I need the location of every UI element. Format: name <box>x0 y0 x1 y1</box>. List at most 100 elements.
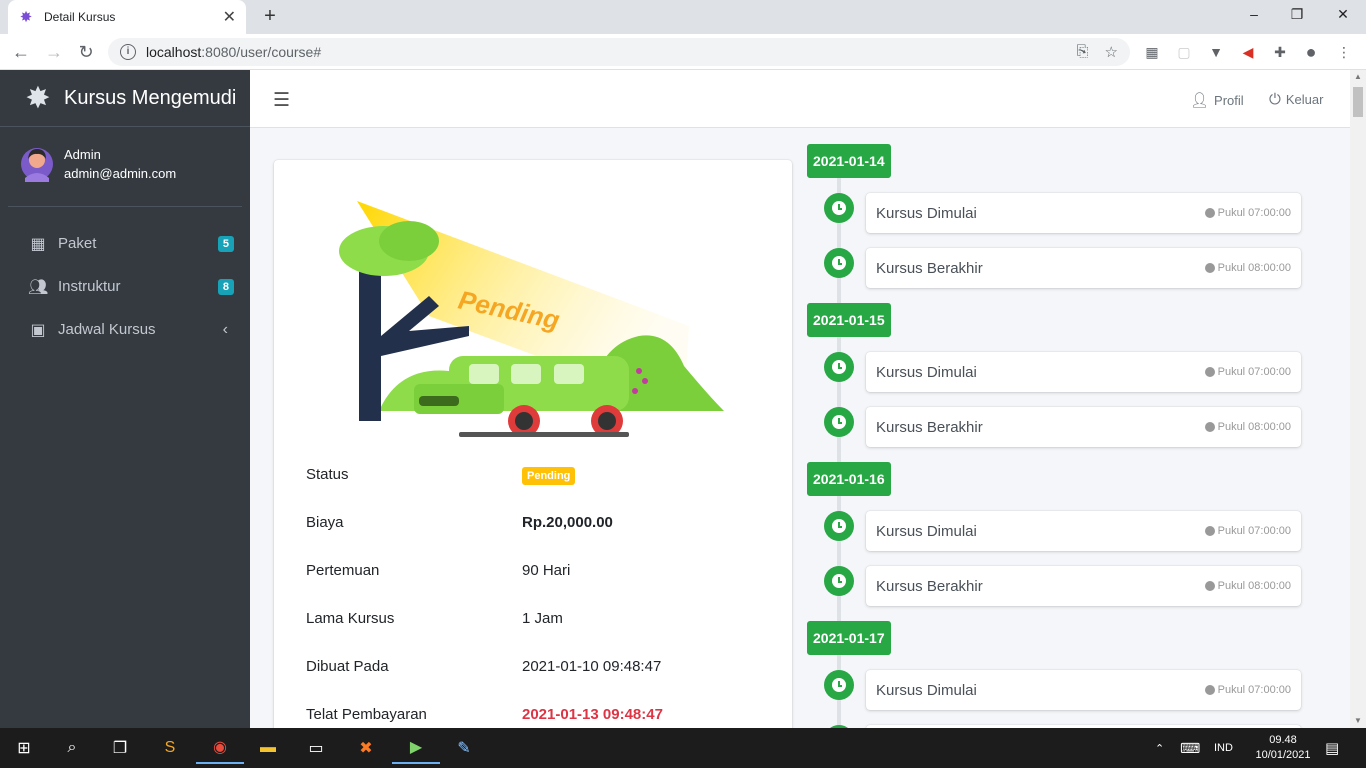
new-tab-button[interactable]: + <box>258 5 282 29</box>
window-close-icon[interactable]: ✕ <box>1333 6 1353 23</box>
sidebar-item-label: Jadwal Kursus <box>58 321 156 338</box>
brand-logo-icon: ✸ <box>25 81 51 115</box>
translate-icon[interactable]: ⎘ <box>1077 43 1089 61</box>
file-explorer-icon[interactable]: ▬ <box>244 732 292 764</box>
detail-value: Rp.20,000.00 <box>522 514 613 531</box>
scroll-up-icon[interactable]: ▲ <box>1354 72 1362 81</box>
timeline-date-label: 2021-01-17 <box>807 621 891 655</box>
profile-label: Profil <box>1214 92 1244 108</box>
clock-icon <box>824 248 854 278</box>
clock-icon <box>824 670 854 700</box>
page-scrollbar[interactable]: ▲ ▼ <box>1350 70 1366 728</box>
detail-row-dibuat-pada: Dibuat Pada 2021-01-10 09:48:47 <box>306 658 766 675</box>
sidebar-item-instruktur[interactable]: 👥︎ Instruktur 8 <box>0 265 250 308</box>
sidebar-item-label: Instruktur <box>58 278 121 295</box>
chrome-icon[interactable]: ◉ <box>196 732 244 764</box>
brand-link[interactable]: ✸ Kursus Mengemudi <box>0 70 250 127</box>
event-title: Kursus Berakhir <box>876 259 983 277</box>
back-icon[interactable]: ← <box>9 40 33 64</box>
minimize-icon[interactable]: – <box>1244 6 1264 22</box>
detail-row-status: Status Pending <box>306 466 766 485</box>
event-time: Pukul 07:00:00 <box>1217 525 1291 537</box>
paint-icon[interactable]: ✎ <box>440 732 488 764</box>
vue-extension-icon[interactable]: ▼ <box>1206 42 1226 62</box>
detail-label: Dibuat Pada <box>306 658 389 675</box>
tray-chevron-icon[interactable]: ⌃ <box>1155 728 1164 768</box>
event-title: Kursus Berakhir <box>876 418 983 436</box>
tab-title: Detail Kursus <box>44 10 116 24</box>
browser-toolbar: ← → ↻ i localhost:8080/user/course# ⎘ ☆ … <box>0 34 1366 70</box>
address-bar[interactable]: i localhost:8080/user/course# ⎘ ☆ <box>108 38 1130 66</box>
menu-toggle-icon[interactable]: ☰ <box>273 89 290 112</box>
clock-icon <box>824 407 854 437</box>
detail-value: 1 Jam <box>522 610 563 627</box>
system-clock[interactable]: 09.48 10/01/2021 <box>1248 733 1318 763</box>
logout-link[interactable]: ⏻ Keluar <box>1269 91 1323 108</box>
close-tab-icon[interactable]: ✕ <box>223 7 236 27</box>
clock-icon <box>824 511 854 541</box>
event-time: Pukul 08:00:00 <box>1217 262 1291 274</box>
xampp-icon[interactable]: ✖ <box>342 732 390 764</box>
browser-menu-icon[interactable]: ⋮ <box>1334 42 1354 62</box>
url-host: localhost <box>146 44 202 60</box>
timeline-item: Kursus Berakhir Pukul 08:00:00 <box>866 566 1301 606</box>
restore-icon[interactable]: ❐ <box>1287 6 1307 23</box>
clock-icon <box>824 352 854 382</box>
notifications-icon[interactable]: ▤ <box>1325 728 1339 768</box>
event-title: Kursus Dimulai <box>876 204 977 222</box>
calendar-icon: ▣ <box>30 321 46 339</box>
status-badge: Pending <box>522 467 576 485</box>
event-title: Kursus Dimulai <box>876 522 977 540</box>
scrollbar-thumb[interactable] <box>1353 87 1363 117</box>
bookmark-star-icon[interactable]: ☆ <box>1105 43 1118 61</box>
detail-label: Telat Pembayaran <box>306 706 427 723</box>
grid-icon: ▦ <box>30 235 46 253</box>
detail-label: Status <box>306 466 349 483</box>
sidebar-item-jadwal-kursus[interactable]: ▣ Jadwal Kursus ‹ <box>0 308 250 351</box>
timeline-item: Kursus Dimulai Pukul 07:00:00 <box>866 670 1301 710</box>
language-indicator[interactable]: IND <box>1214 728 1233 768</box>
favicon-icon: ✸ <box>19 9 33 26</box>
browser-tab[interactable]: ✸ Detail Kursus ✕ <box>8 0 246 34</box>
reload-icon[interactable]: ↻ <box>74 40 98 64</box>
forward-icon[interactable]: → <box>42 40 66 64</box>
task-view-icon[interactable]: ❐ <box>96 732 144 764</box>
profile-avatar-icon[interactable]: ● <box>1301 42 1321 62</box>
extension-icon[interactable]: ▢ <box>1174 42 1194 62</box>
event-time: Pukul 08:00:00 <box>1217 580 1291 592</box>
sidebar: ✸ Kursus Mengemudi Admin admin@admin.com… <box>0 70 250 728</box>
schedule-timeline: 2021-01-14 Kursus Dimulai Pukul 07:00:00… <box>806 143 1306 728</box>
keyboard-icon[interactable]: ⌨ <box>1180 728 1200 768</box>
sidebar-item-paket[interactable]: ▦ Paket 5 <box>0 222 250 265</box>
scroll-down-icon[interactable]: ▼ <box>1354 716 1362 725</box>
chevron-left-icon: ‹ <box>222 320 228 338</box>
terminal-icon[interactable]: ▭ <box>292 732 340 764</box>
logout-label: Keluar <box>1285 92 1324 107</box>
power-icon: ⏻ <box>1269 91 1281 108</box>
event-title: Kursus Dimulai <box>876 363 977 381</box>
timeline-item: Kursus Dimulai Pukul 07:00:00 <box>866 352 1301 392</box>
detail-row-biaya: Biaya Rp.20,000.00 <box>306 514 766 531</box>
event-time: Pukul 08:00:00 <box>1217 421 1291 433</box>
qr-extension-icon[interactable]: ▦ <box>1142 42 1162 62</box>
user-panel[interactable]: Admin admin@admin.com <box>8 127 242 207</box>
detail-label: Biaya <box>306 514 344 531</box>
count-badge: 5 <box>217 235 234 252</box>
puzzle-extensions-icon[interactable]: ✚ <box>1270 42 1290 62</box>
top-navbar: ☰ 👤︎ Profil ⏻ Keluar <box>250 70 1350 128</box>
profile-link[interactable]: 👤︎ Profil <box>1190 91 1244 109</box>
clock-icon <box>1204 263 1215 273</box>
event-time: Pukul 07:00:00 <box>1217 684 1291 696</box>
detail-label: Lama Kursus <box>306 610 395 627</box>
media-player-icon[interactable]: ▶ <box>392 732 440 764</box>
windows-start-icon[interactable]: ⊞ <box>0 732 48 764</box>
sublime-text-icon[interactable]: S <box>146 732 194 764</box>
clock-time: 09.48 <box>1269 734 1297 746</box>
search-icon[interactable]: ⌕ <box>48 732 96 764</box>
site-info-icon[interactable]: i <box>120 44 136 60</box>
megaphone-extension-icon[interactable]: ◀ <box>1238 42 1258 62</box>
windows-taskbar: ⊞ ⌕ ❐ S ◉ ▬ ▭ ✖ ▶ ✎ ⌃ ⌨ IND 09.48 10/01/… <box>0 728 1366 768</box>
avatar <box>21 148 53 182</box>
clock-icon <box>1204 422 1215 432</box>
detail-row-telat-pembayaran: Telat Pembayaran 2021-01-13 09:48:47 <box>306 706 766 723</box>
